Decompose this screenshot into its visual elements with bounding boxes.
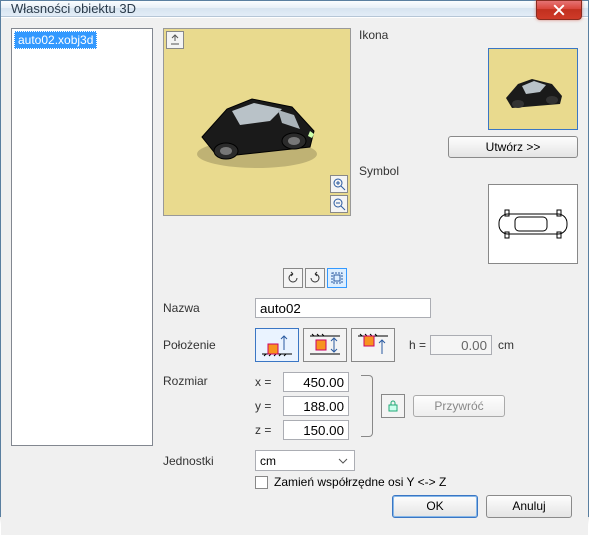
name-input[interactable] [255,298,431,318]
h-label: h = [409,338,426,352]
x-label: x = [255,375,283,389]
symbol-label: Symbol [359,164,578,178]
zoom-in-button[interactable] [330,175,348,193]
zoom-in-icon [332,177,346,191]
ok-button-label: OK [426,499,443,513]
zoom-out-button[interactable] [330,195,348,213]
car-top-icon [493,206,573,242]
car-thumb-icon [498,64,568,114]
chevron-down-icon [335,453,350,468]
h-input[interactable] [430,335,492,355]
titlebar[interactable]: Własności obiektu 3D [1,1,588,17]
x-input[interactable] [283,372,349,392]
position-center-icon [308,332,342,358]
create-button-label: Utwórz >> [486,140,541,154]
restore-button[interactable]: Przywróć [413,395,505,417]
y-label: y = [255,399,283,413]
z-input[interactable] [283,420,349,440]
close-button[interactable] [536,0,582,20]
position-label: Położenie [163,338,255,352]
list-item[interactable]: auto02.xobj3d [14,31,97,49]
cancel-button-label: Anuluj [512,499,545,513]
zoom-out-icon [332,197,346,211]
close-icon [553,4,565,16]
size-label: Rozmiar [163,374,255,388]
pin-icon [169,34,181,46]
position-center-button[interactable] [303,328,347,362]
units-value: cm [260,454,276,468]
icon-thumbnail[interactable] [488,48,578,130]
units-label: Jednostki [163,454,255,468]
rotate-left-icon [286,271,300,285]
icon-label: Ikona [359,28,578,42]
position-floor-button[interactable] [255,328,299,362]
restore-button-label: Przywróć [434,399,483,413]
size-bracket [361,375,373,437]
pin-button[interactable] [166,31,184,49]
lock-aspect-button[interactable] [381,394,405,418]
object-list[interactable]: auto02.xobj3d [11,28,153,446]
swap-axes-label: Zamień współrzędne osi Y <-> Z [274,475,446,489]
rotate-right-button[interactable] [305,268,325,288]
z-label: z = [255,423,283,437]
create-button[interactable]: Utwórz >> [448,136,578,158]
h-unit: cm [498,338,514,352]
position-ceiling-icon [356,332,390,358]
symbol-thumbnail[interactable] [488,184,578,264]
window-title: Własności obiektu 3D [11,1,582,16]
y-input[interactable] [283,396,349,416]
bounding-box-button[interactable] [327,268,347,288]
rotate-left-button[interactable] [283,268,303,288]
cancel-button[interactable]: Anuluj [486,495,572,518]
position-floor-icon [260,332,294,358]
dialog-window: Własności obiektu 3D auto02.xobj3d [0,0,589,517]
dialog-body: auto02.xobj3d [1,17,588,535]
swap-axes-checkbox[interactable] [255,476,268,489]
lock-icon [386,399,400,413]
bounding-box-icon [330,271,344,285]
units-combo[interactable]: cm [255,450,355,471]
position-ceiling-button[interactable] [351,328,395,362]
ok-button[interactable]: OK [392,495,478,518]
car-3d-render [182,59,332,179]
rotate-right-icon [308,271,322,285]
name-label: Nazwa [163,301,255,315]
preview-3d[interactable] [163,28,351,216]
